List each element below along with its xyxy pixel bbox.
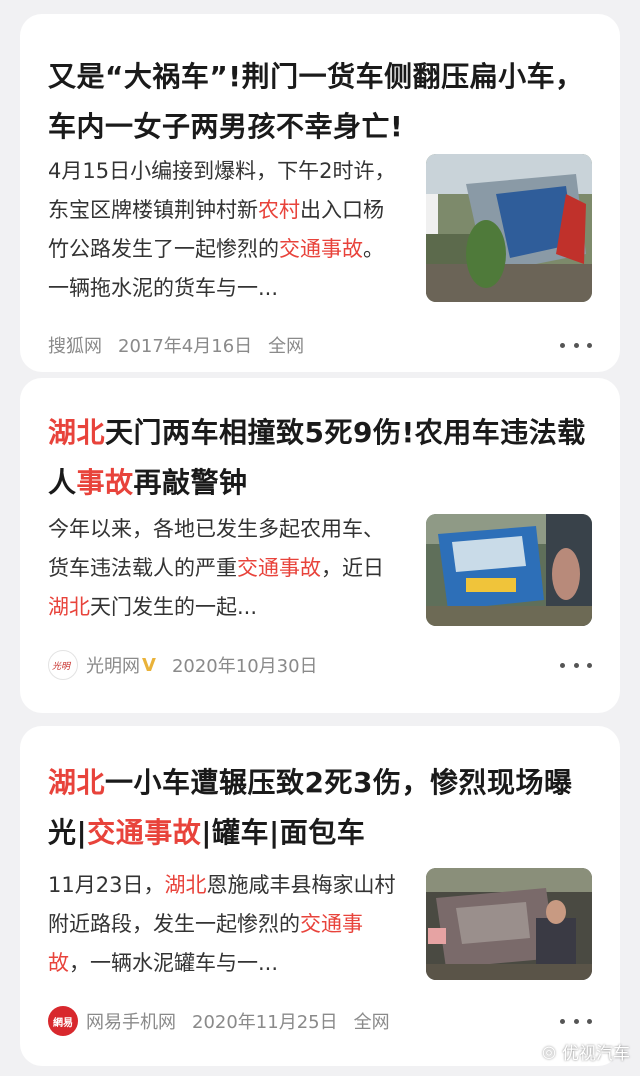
- highlight-text: 交通事故: [87, 816, 202, 849]
- verified-badge-icon: V: [142, 654, 156, 676]
- crushed-car-photo-icon: [426, 868, 592, 980]
- text-run: 再敲警钟: [133, 466, 248, 499]
- scope-label: 全网: [268, 336, 305, 357]
- watermark: ◎ 优视汽车: [542, 1039, 630, 1064]
- news-snippet: 11月23日，湖北恩施咸丰县梅家山村附近路段，发生一起惨烈的交通事故，一辆水泥罐…: [48, 866, 398, 983]
- highlight-text: 湖北: [48, 416, 106, 449]
- source-name[interactable]: 搜狐网: [48, 332, 102, 358]
- highlight-text: 事故: [76, 466, 134, 499]
- scope-label: 全网: [353, 1012, 390, 1033]
- weibo-icon: ◎: [542, 1042, 556, 1061]
- publish-date: 2020年10月30日: [171, 656, 318, 677]
- news-title[interactable]: 湖北天门两车相撞致5死9伤!农用车违法载人事故再敲警钟: [48, 408, 592, 508]
- news-thumbnail[interactable]: [426, 154, 592, 302]
- netease-logo-icon: 網易: [48, 1006, 78, 1036]
- source-name[interactable]: 网易手机网: [86, 1008, 176, 1034]
- svg-text:光明: 光明: [52, 661, 72, 672]
- text-run: 11月23日，: [48, 873, 165, 897]
- news-thumbnail[interactable]: [426, 514, 592, 626]
- text-run: 天门发生的一起...: [90, 595, 258, 619]
- news-snippet: 今年以来，各地已发生多起农用车、货车违法载人的严重交通事故，近日湖北天门发生的一…: [48, 510, 398, 627]
- source-name[interactable]: 光明网: [86, 652, 140, 678]
- more-options-icon[interactable]: [560, 1006, 592, 1036]
- text-run: |罐车|面包车: [201, 816, 366, 849]
- news-meta: 光明 光明网 V 2020年10月30日: [48, 650, 592, 680]
- news-thumbnail[interactable]: [426, 868, 592, 980]
- news-snippet: 4月15日小编接到爆料，下午2时许，东宝区牌楼镇荆钟村新农村出入口杨竹公路发生了…: [48, 152, 398, 308]
- news-card-2[interactable]: 湖北天门两车相撞致5死9伤!农用车违法载人事故再敲警钟 今年以来，各地已发生多起…: [20, 378, 620, 713]
- highlight-text: 农村: [258, 198, 300, 222]
- highlight-text: 故: [300, 556, 321, 580]
- news-meta: 搜狐网 2017年4月16日 全网: [48, 330, 592, 360]
- overturned-truck-photo-icon: [426, 154, 592, 302]
- highlight-text: 湖北: [48, 766, 106, 799]
- news-card-3[interactable]: 湖北一小车遭辗压致2死3伤，惨烈现场曝光|交通事故|罐车|面包车 11月23日，…: [20, 726, 620, 1066]
- text-run: ，一辆水泥罐车与一...: [69, 951, 279, 975]
- guangming-logo-icon: 光明: [48, 650, 78, 680]
- news-card-1[interactable]: 又是“大祸车”!荆门一货车侧翻压扁小车，车内一女子两男孩不幸身亡! 4月15日小…: [20, 14, 620, 372]
- highlight-text: 交通事: [237, 556, 300, 580]
- more-options-icon[interactable]: [560, 650, 592, 680]
- highlight-text: 湖北: [164, 873, 207, 897]
- publish-date: 2020年11月25日: [192, 1012, 338, 1033]
- highlight-text: 湖北: [48, 595, 90, 619]
- more-options-icon[interactable]: [560, 330, 592, 360]
- news-meta: 網易 网易手机网 2020年11月25日 全网: [48, 1006, 592, 1036]
- watermark-text: 优视汽车: [562, 1044, 630, 1064]
- news-title[interactable]: 湖北一小车遭辗压致2死3伤，惨烈现场曝光|交通事故|罐车|面包车: [48, 758, 592, 858]
- news-title[interactable]: 又是“大祸车”!荆门一货车侧翻压扁小车，车内一女子两男孩不幸身亡!: [48, 52, 592, 152]
- publish-date: 2017年4月16日: [118, 336, 253, 357]
- highlight-text: 交通事故: [279, 237, 363, 261]
- blue-truck-photo-icon: [426, 514, 592, 626]
- text-run: ，近日: [321, 556, 384, 580]
